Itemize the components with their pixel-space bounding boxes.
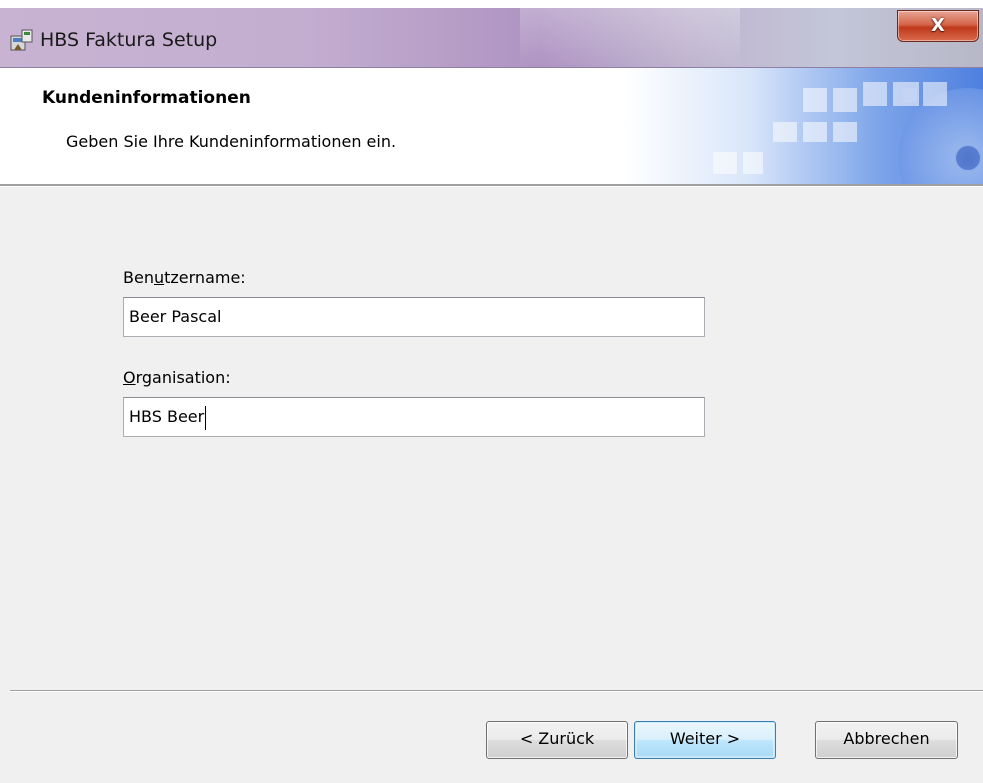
close-button[interactable]: X (897, 10, 979, 42)
banner-title: Kundeninformationen (42, 88, 251, 108)
setup-window: HBS Faktura Setup X Kundeninformationen … (0, 0, 983, 783)
username-label-part: tzername: (164, 268, 246, 287)
username-value: Beer Pascal (129, 307, 222, 326)
username-label: Benutzername: (123, 268, 246, 287)
organisation-input[interactable]: HBS Beer (123, 397, 705, 437)
cancel-button[interactable]: Abbrechen (815, 721, 958, 759)
text-caret (205, 405, 207, 430)
window-title: HBS Faktura Setup (40, 29, 218, 51)
organisation-label-accelerator: O (123, 368, 136, 387)
next-button[interactable]: Weiter > (634, 721, 776, 759)
organisation-label-part: rganisation: (135, 368, 231, 387)
back-button[interactable]: < Zurück (486, 721, 628, 759)
organisation-value: HBS Beer (129, 407, 205, 426)
username-label-accelerator: u (153, 268, 165, 287)
username-input[interactable]: Beer Pascal (123, 297, 705, 337)
organisation-label: Organisation: (123, 368, 231, 387)
footer-divider (10, 690, 983, 692)
banner-subtitle: Geben Sie Ihre Kundeninformationen ein. (66, 132, 397, 151)
banner-graphic (623, 68, 983, 184)
banner-divider (0, 184, 983, 187)
username-label-part: Ben (123, 268, 154, 287)
title-bar[interactable]: HBS Faktura Setup X (0, 0, 983, 68)
installer-icon (10, 29, 33, 51)
header-banner: Kundeninformationen Geben Sie Ihre Kunde… (0, 68, 983, 184)
close-icon: X (931, 15, 945, 36)
